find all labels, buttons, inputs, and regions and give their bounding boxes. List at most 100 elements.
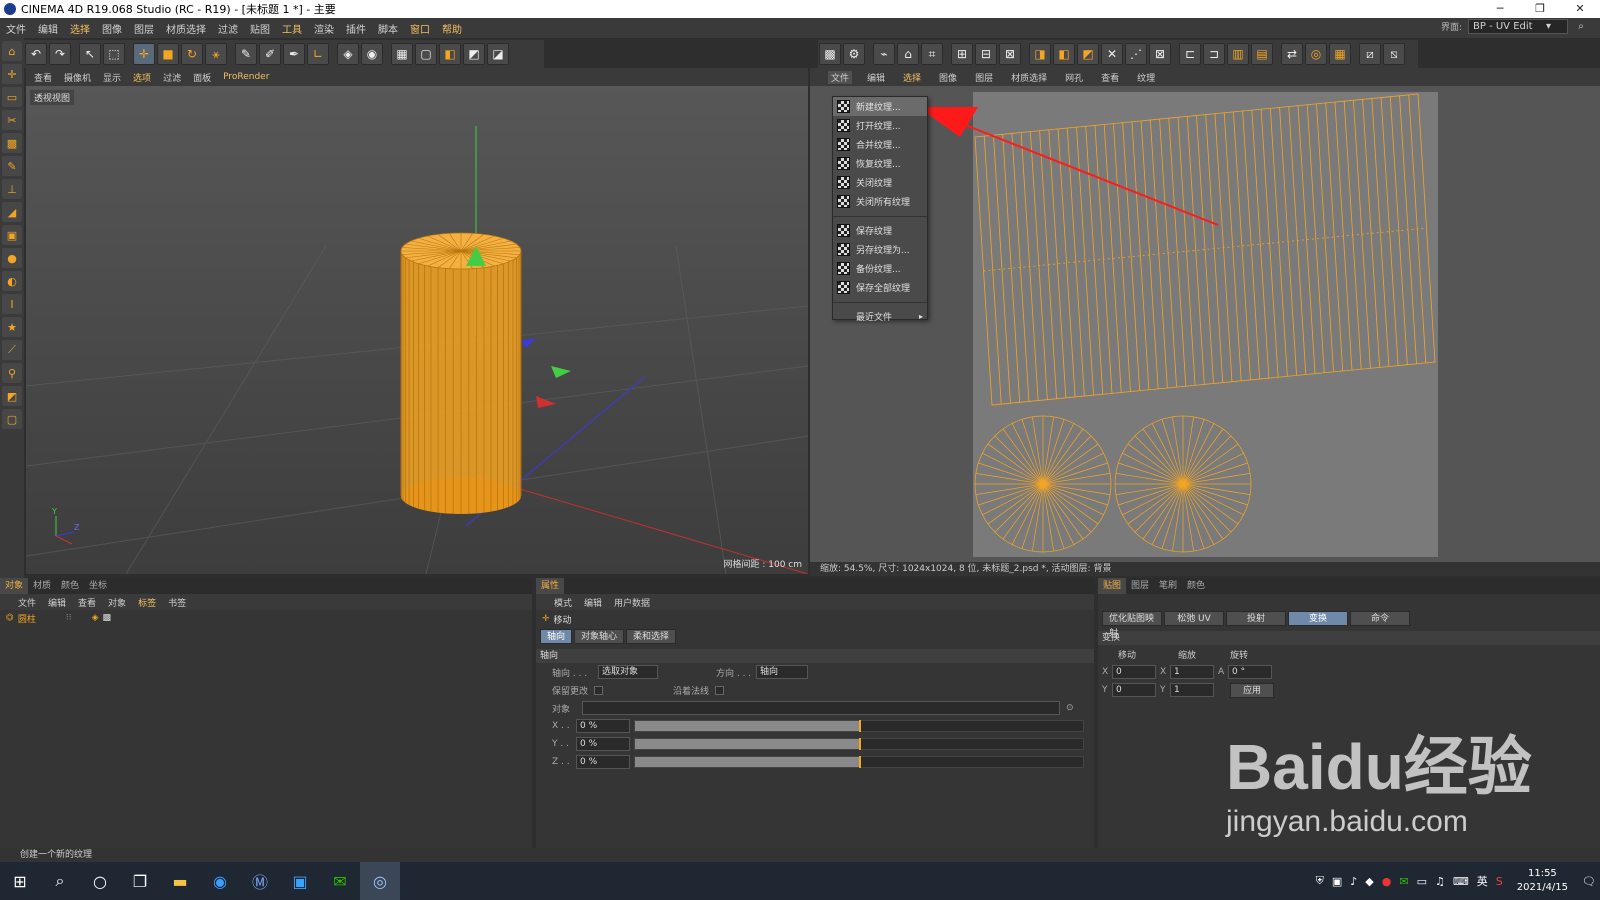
am-menu-userdata[interactable]: 用户数据 xyxy=(614,596,650,609)
viewport-menu-options[interactable]: 选项 xyxy=(133,71,151,84)
menu-render[interactable]: 渲染 xyxy=(314,21,334,36)
rotate-tool-icon[interactable]: ↻ xyxy=(181,43,203,65)
interface-dropdown[interactable]: BP - UV Edit ▾ xyxy=(1468,19,1568,34)
x-slider[interactable] xyxy=(634,720,1084,732)
menu-item-new-texture[interactable]: 新建纹理... xyxy=(833,97,927,116)
apply-button[interactable]: 应用 xyxy=(1230,682,1274,698)
viewport-menu-camera[interactable]: 摄像机 xyxy=(64,71,91,84)
uv-menu-edit[interactable]: 编辑 xyxy=(864,71,888,84)
menu-image[interactable]: 图像 xyxy=(102,21,122,36)
smudge-icon[interactable]: ◐ xyxy=(2,271,22,291)
z-axis-handle[interactable] xyxy=(521,338,536,348)
cortana-circle-icon[interactable]: ○ xyxy=(80,862,120,900)
redo-icon[interactable]: ↷ xyxy=(49,43,71,65)
uv-align-icon[interactable]: ◩ xyxy=(1077,43,1099,65)
menu-item-save-all-textures[interactable]: 保存全部纹理 xyxy=(833,278,927,297)
uv-menu-view[interactable]: 查看 xyxy=(1098,71,1122,84)
om-menu-view[interactable]: 查看 xyxy=(78,596,96,609)
menu-plugins[interactable]: 插件 xyxy=(346,21,366,36)
object-row-cylinder[interactable]: ⏣ 圆柱 ⁝⁝ ◈ ▩ xyxy=(0,610,532,626)
live-select-icon[interactable]: ↖ xyxy=(79,43,101,65)
link-picker-icon[interactable]: ⊙ xyxy=(1066,703,1074,713)
clock[interactable]: 11:55 2021/4/15 xyxy=(1517,867,1568,895)
gradient-icon[interactable]: ▣ xyxy=(2,225,22,245)
taskbar-search-icon[interactable]: ⌕ xyxy=(40,862,80,900)
uv-grid3-icon[interactable]: ⊠ xyxy=(999,43,1021,65)
volume-icon[interactable]: ♫ xyxy=(1435,875,1445,888)
tab-color[interactable]: 颜色 xyxy=(1182,578,1210,594)
rotate-a-field[interactable]: 0 ° xyxy=(1228,665,1272,679)
ime-lang[interactable]: 英 xyxy=(1477,873,1488,889)
uv-menu-layer[interactable]: 图层 xyxy=(972,71,996,84)
move-tool-icon[interactable]: ✛ xyxy=(133,43,155,65)
uv-polygon-icon[interactable]: ⌗ xyxy=(921,43,943,65)
fill-icon[interactable]: ● xyxy=(2,248,22,268)
move-icon[interactable]: ✛ xyxy=(2,64,22,84)
file-explorer-icon[interactable]: ▬ xyxy=(160,862,200,900)
scale-tool-icon[interactable]: ■ xyxy=(157,43,179,65)
minimize-icon[interactable]: ─ xyxy=(1480,0,1520,18)
menu-file[interactable]: 文件 xyxy=(6,21,26,36)
axis-select[interactable]: 选取对象 xyxy=(598,665,658,679)
uv-tag-icon[interactable]: ◈ xyxy=(92,613,99,623)
tray-app-icon[interactable]: ▣ xyxy=(1332,875,1342,888)
microphone-icon[interactable]: ♪ xyxy=(1350,875,1357,888)
app-m-icon[interactable]: Ⓜ xyxy=(240,862,280,900)
menu-item-merge-texture[interactable]: 合并纹理... xyxy=(833,135,927,154)
uv-menu-mesh[interactable]: 网孔 xyxy=(1062,71,1086,84)
text-tool-icon[interactable]: I xyxy=(2,294,22,314)
start-windows-icon[interactable]: ⊞ xyxy=(0,862,40,900)
viewport-menu-filter[interactable]: 过滤 xyxy=(163,71,181,84)
menu-item-open-texture[interactable]: 打开纹理... xyxy=(833,116,927,135)
uv-menu-image[interactable]: 图像 xyxy=(936,71,960,84)
transform-button[interactable]: 变换 xyxy=(1288,611,1348,626)
x-axis-handle[interactable] xyxy=(536,396,556,408)
tab-materials[interactable]: 材质 xyxy=(28,578,56,594)
uv-columns2-icon[interactable]: ▤ xyxy=(1251,43,1273,65)
rect-select-icon[interactable]: ⬚ xyxy=(103,43,125,65)
scale-y-field[interactable]: 1 xyxy=(1170,683,1214,697)
move-plane-handle[interactable] xyxy=(551,366,571,378)
star-icon[interactable]: ★ xyxy=(2,317,22,337)
model-mode-icon[interactable]: ⌂ xyxy=(2,41,22,61)
projection-button[interactable]: 投射 xyxy=(1226,611,1286,626)
eraser-icon[interactable]: ◢ xyxy=(2,202,22,222)
uv-stitch-icon[interactable]: ⋰ xyxy=(1125,43,1147,65)
checker-tool-icon[interactable]: ▩ xyxy=(2,133,22,153)
tab-uv-mapping[interactable]: 贴图 xyxy=(1098,578,1127,594)
x-value-field[interactable]: 0 % xyxy=(576,719,630,733)
stamp-icon[interactable]: ⊥ xyxy=(2,179,22,199)
om-menu-edit[interactable]: 编辑 xyxy=(48,596,66,609)
uv-fit-icon[interactable]: ⊠ xyxy=(1149,43,1171,65)
am-menu-mode[interactable]: 模式 xyxy=(554,596,572,609)
along-normals-checkbox[interactable] xyxy=(715,685,725,695)
uv-mirror-icon[interactable]: ◨ xyxy=(1029,43,1051,65)
z-value-field[interactable]: 0 % xyxy=(576,755,630,769)
menu-filter[interactable]: 过滤 xyxy=(218,21,238,36)
om-menu-object[interactable]: 对象 xyxy=(108,596,126,609)
checker-icon[interactable]: ▩ xyxy=(819,43,841,65)
rect-icon[interactable]: ▭ xyxy=(2,87,22,107)
tab-layers[interactable]: 图层 xyxy=(1126,578,1154,594)
subtab-object-axis[interactable]: 对象轴心 xyxy=(574,629,625,644)
gpu-icon[interactable]: ◆ xyxy=(1365,875,1373,888)
menu-item-save-texture[interactable]: 保存纹理 xyxy=(833,221,927,240)
keyboard-icon[interactable]: ⌨ xyxy=(1453,875,1469,888)
menu-edit[interactable]: 编辑 xyxy=(38,21,58,36)
polygons-mode-icon[interactable]: ◩ xyxy=(463,43,485,65)
uv-texture-icon[interactable]: ▦ xyxy=(1329,43,1351,65)
brush-tool-icon[interactable]: ✎ xyxy=(235,43,257,65)
restore-icon[interactable]: ❐ xyxy=(1520,0,1560,18)
subtab-axis[interactable]: 轴向 xyxy=(540,629,573,644)
menu-item-recent-files[interactable]: 最近文件 ▸ xyxy=(833,307,927,326)
menu-item-close-all-textures[interactable]: 关闭所有纹理 xyxy=(833,192,927,211)
transform-tool-icon[interactable]: ⚹ xyxy=(205,43,227,65)
uv-menu-material-select[interactable]: 材质选择 xyxy=(1008,71,1050,84)
commands-button[interactable]: 命令 xyxy=(1350,611,1410,626)
wechat-tray-icon[interactable]: ✉ xyxy=(1399,875,1408,888)
viewport-menu-panel[interactable]: 面板 xyxy=(193,71,211,84)
uv-mode-icon[interactable]: ◪ xyxy=(487,43,509,65)
angle-tool-icon[interactable]: ∟ xyxy=(307,43,329,65)
uv-scale-icon[interactable]: ✕ xyxy=(1101,43,1123,65)
layer-icon[interactable]: ▢ xyxy=(2,409,22,429)
